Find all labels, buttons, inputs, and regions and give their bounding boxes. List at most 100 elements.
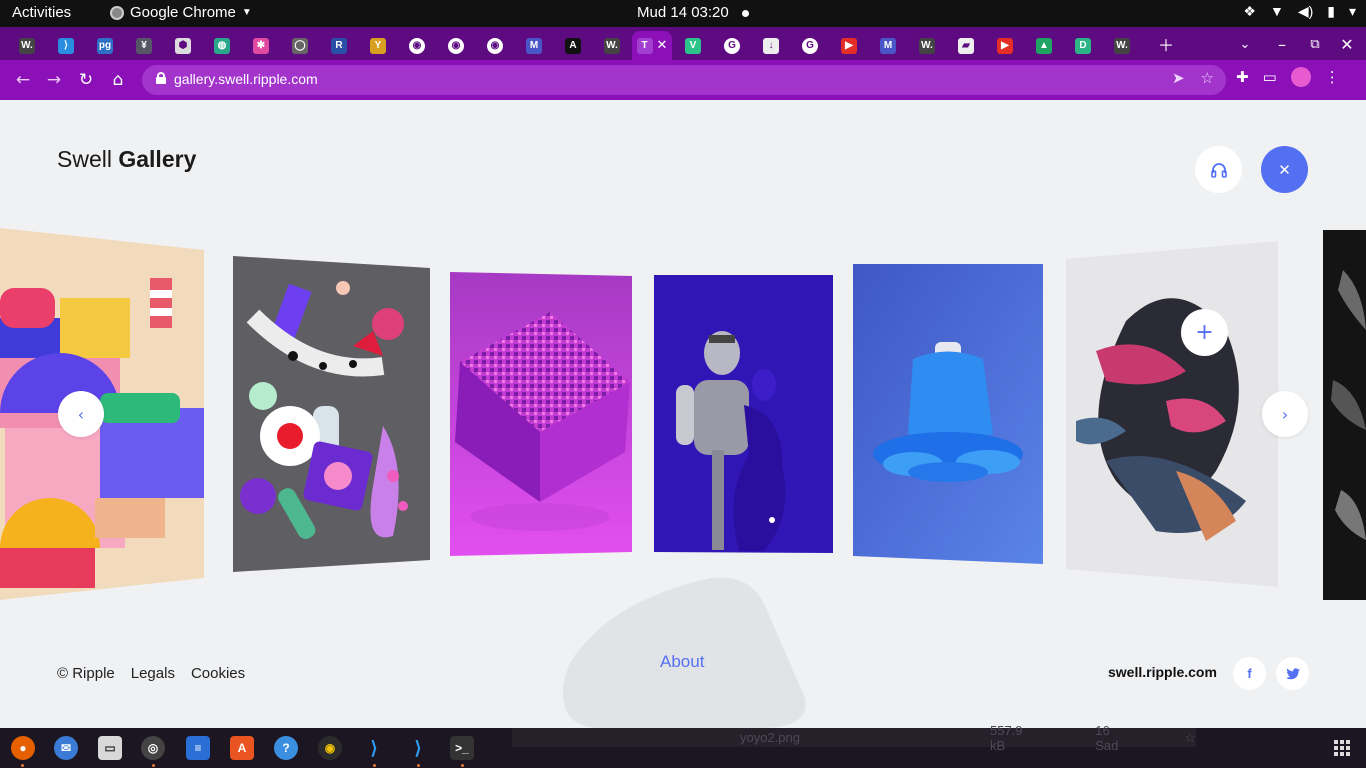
rhythmbox-icon[interactable]: ◉ (318, 736, 342, 760)
extensions-icon[interactable]: ✚ (1236, 68, 1249, 86)
artwork-card-sculpture[interactable] (853, 264, 1043, 564)
artwork-card-cube[interactable] (450, 272, 632, 556)
browser-tab[interactable]: ▲ (1025, 31, 1063, 60)
browser-tab[interactable]: A (554, 31, 592, 60)
close-gallery-button[interactable]: ✕ (1261, 146, 1308, 193)
address-bar[interactable]: gallery.swell.ripple.com ➤ ☆ (142, 65, 1226, 95)
cookies-link[interactable]: Cookies (191, 665, 245, 682)
reload-icon[interactable]: ↻ (73, 67, 99, 93)
browser-tab[interactable]: ◯ (281, 31, 319, 60)
software-center-icon[interactable]: A (230, 736, 254, 760)
browser-tab[interactable]: W. (8, 31, 46, 60)
wikipedia-icon: W. (1114, 37, 1130, 54)
browser-tab[interactable]: ◉ (476, 31, 514, 60)
facebook-button[interactable]: f (1233, 657, 1266, 690)
browser-tab[interactable]: ▰ (947, 31, 985, 60)
browser-tab[interactable]: M (515, 31, 553, 60)
site-domain-link[interactable]: swell.ripple.com (1108, 664, 1217, 680)
browser-tab[interactable]: T ✕ (632, 31, 672, 60)
volume-icon[interactable]: ◀) (1298, 3, 1313, 20)
firefox-icon[interactable]: ● (11, 736, 35, 760)
browser-tab[interactable]: ◉ (437, 31, 475, 60)
browser-tab[interactable]: ◍ (203, 31, 241, 60)
browser-tab[interactable]: W. (908, 31, 946, 60)
battery-icon[interactable]: ▮ (1327, 3, 1335, 20)
y-icon: Y (370, 37, 386, 54)
browser-tab[interactable]: R (320, 31, 358, 60)
browser-tab[interactable]: ✱ (242, 31, 280, 60)
activities-button[interactable]: Activities (12, 4, 71, 21)
help-icon[interactable]: ? (274, 736, 298, 760)
back-icon[interactable]: ← (10, 67, 36, 93)
browser-tab[interactable]: ⟩ (47, 31, 85, 60)
system-tray[interactable]: ❖ ▼ ◀) ▮ ▾ (1243, 3, 1356, 20)
legals-link[interactable]: Legals (131, 665, 175, 682)
star-icon[interactable]: ☆ (1184, 730, 1196, 746)
about-link[interactable]: About (660, 652, 704, 672)
site-logo[interactable]: Swell Gallery (57, 146, 196, 173)
browser-tab[interactable]: ¥ (125, 31, 163, 60)
files-icon[interactable]: ▭ (98, 736, 122, 760)
terminal-icon[interactable]: >_ (450, 736, 474, 760)
new-tab-icon[interactable]: ＋ (1152, 31, 1180, 57)
browser-tab[interactable]: G (713, 31, 751, 60)
browser-tab[interactable]: ⬢ (164, 31, 202, 60)
writer-icon[interactable]: ≡ (186, 736, 210, 760)
vscode-icon[interactable]: ⟩ (362, 736, 386, 760)
browser-tab[interactable]: ▶ (830, 31, 868, 60)
restore-icon[interactable]: ⧉ (1301, 31, 1329, 57)
browser-tab[interactable]: D (1064, 31, 1102, 60)
profile-avatar[interactable] (1290, 67, 1311, 87)
browser-tab[interactable]: pg (86, 31, 124, 60)
artwork-card-abstract[interactable] (233, 256, 430, 572)
browser-tab[interactable]: W. (1103, 31, 1141, 60)
m-plus-icon: M (526, 37, 542, 54)
browser-tab[interactable]: M (869, 31, 907, 60)
close-window-icon[interactable]: ✕ (1333, 31, 1361, 57)
artwork-card-robot[interactable] (654, 275, 833, 553)
chevron-down-icon[interactable]: ▾ (1349, 3, 1356, 20)
chrome-taskbar-icon[interactable]: ◎ (141, 736, 165, 760)
browser-tab[interactable]: ◉ (398, 31, 436, 60)
send-icon[interactable]: ➤ (1172, 69, 1185, 87)
r-icon: R (331, 37, 347, 54)
dropbox-icon[interactable]: ❖ (1243, 3, 1256, 20)
headphones-icon (1210, 162, 1227, 178)
menu-icon[interactable]: ⋮ (1325, 68, 1340, 86)
artwork-card-splash[interactable] (1066, 241, 1278, 587)
forward-icon[interactable]: → (41, 67, 67, 93)
tab-search-icon[interactable]: ⌄ (1231, 31, 1259, 57)
lock-icon[interactable] (156, 72, 166, 84)
browser-tab[interactable]: ▶ (986, 31, 1024, 60)
browser-tab[interactable]: V (674, 31, 712, 60)
url-text[interactable]: gallery.swell.ripple.com (174, 71, 318, 87)
web-icon: ◉ (448, 37, 464, 54)
a-icon: A (565, 37, 581, 54)
plus-icon: + (1195, 320, 1214, 345)
cast-icon[interactable]: ▭ (1263, 68, 1277, 86)
minimize-icon[interactable]: – (1268, 31, 1296, 57)
vscode-insiders-icon[interactable]: ⟩ (406, 736, 430, 760)
toolbar: ← → ↻ ⌂ gallery.swell.ripple.com ➤ ☆ ✚ ▭… (0, 60, 1366, 100)
thunderbird-icon[interactable]: ✉ (54, 736, 78, 760)
download-item[interactable]: yoyo2.png 557.9 kB 16 Sad ☆ (512, 723, 1196, 753)
show-apps-icon[interactable] (1334, 740, 1350, 756)
browser-tab[interactable]: Y (359, 31, 397, 60)
audio-button[interactable] (1195, 146, 1242, 193)
carousel-prev-button[interactable]: ‹ (58, 391, 104, 437)
browser-tab[interactable]: W. (593, 31, 631, 60)
bookmark-star-icon[interactable]: ☆ (1201, 69, 1214, 87)
twitter-button[interactable] (1276, 657, 1309, 690)
carousel-next-button[interactable]: › (1262, 391, 1308, 437)
wikipedia-icon: W. (919, 37, 935, 54)
artwork-card-foliage[interactable] (1323, 230, 1366, 600)
browser-tab[interactable]: ↓ (752, 31, 790, 60)
app-menu[interactable]: Google Chrome ▼ (110, 4, 252, 21)
wifi-icon[interactable]: ▼ (1270, 3, 1284, 20)
copyright-link[interactable]: © Ripple (57, 665, 115, 682)
close-tab-icon[interactable]: ✕ (657, 38, 668, 53)
clock[interactable]: Mud 14 03:20 (637, 4, 729, 21)
browser-tab[interactable]: G (791, 31, 829, 60)
expand-artwork-button[interactable]: + (1181, 309, 1228, 356)
home-icon[interactable]: ⌂ (105, 67, 131, 93)
